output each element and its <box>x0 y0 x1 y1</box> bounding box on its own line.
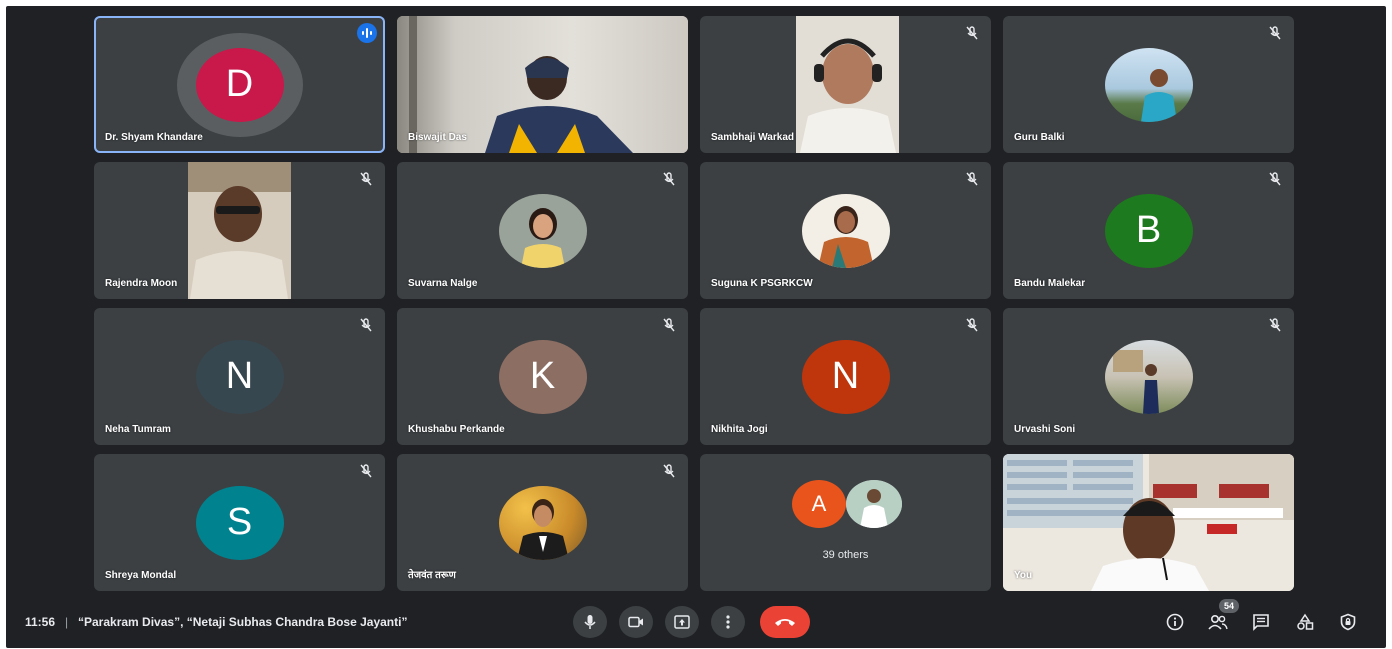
video-feed <box>796 16 899 153</box>
participant-name: Shreya Mondal <box>105 570 177 581</box>
present-screen-button[interactable] <box>665 606 699 638</box>
participant-name: Dr. Shyam Khandare <box>105 132 203 143</box>
profile-photo <box>846 480 902 528</box>
avatar: N <box>801 339 890 414</box>
profile-photo <box>498 193 587 268</box>
profile-photo <box>1104 47 1193 122</box>
participant-tile[interactable]: Suvarna Nalge <box>397 162 688 299</box>
participant-name: You <box>1014 570 1033 581</box>
meeting-controls-bar: 11:56 | “Parakram Divas”, “Netaji Subhas… <box>6 599 1386 648</box>
muted-mic-icon <box>662 464 676 478</box>
avatar: D <box>195 47 284 122</box>
muted-mic-icon <box>359 318 373 332</box>
participant-tile[interactable]: K Khushabu Perkande <box>397 308 688 445</box>
chat-button[interactable] <box>1249 610 1273 634</box>
muted-mic-icon <box>662 318 676 332</box>
end-call-icon <box>775 619 795 626</box>
participant-name: Suvarna Nalge <box>408 278 478 289</box>
speaking-indicator-icon <box>357 23 377 43</box>
participant-tile[interactable]: D Dr. Shyam Khandare <box>94 16 385 153</box>
camera-button[interactable] <box>619 606 653 638</box>
muted-mic-icon <box>662 172 676 186</box>
muted-mic-icon <box>1268 318 1282 332</box>
meeting-clock: 11:56 <box>25 615 56 629</box>
activities-button[interactable] <box>1293 610 1317 634</box>
muted-mic-icon <box>965 26 979 40</box>
microphone-icon <box>584 615 596 629</box>
participant-tile[interactable]: B Bandu Malekar <box>1003 162 1294 299</box>
muted-mic-icon <box>359 464 373 478</box>
profile-photo <box>1104 339 1193 414</box>
avatar: S <box>195 485 284 560</box>
others-count-label: 39 others <box>822 549 869 561</box>
muted-mic-icon <box>359 172 373 186</box>
info-icon <box>1166 613 1184 631</box>
participant-grid: D Dr. Shyam Khandare Biswajit Das Sambha… <box>94 16 1294 591</box>
participant-tile[interactable]: N Neha Tumram <box>94 308 385 445</box>
participant-name: तेजवंत तरूण <box>408 570 456 581</box>
self-tile[interactable]: You <box>1003 454 1294 591</box>
chat-icon <box>1253 614 1269 631</box>
host-controls-icon <box>1340 613 1356 631</box>
participant-name: Bandu Malekar <box>1014 278 1086 289</box>
participant-tile[interactable]: Urvashi Soni <box>1003 308 1294 445</box>
activities-icon <box>1297 613 1314 630</box>
muted-mic-icon <box>1268 26 1282 40</box>
end-call-button[interactable] <box>760 606 810 638</box>
participant-name: Suguna K PSGRKCW <box>711 278 813 289</box>
participant-tile[interactable]: Suguna K PSGRKCW <box>700 162 991 299</box>
participant-name: Biswajit Das <box>408 132 467 143</box>
video-feed <box>1003 454 1294 591</box>
participant-name: Guru Balki <box>1014 132 1065 143</box>
video-feed <box>188 162 291 299</box>
participant-name: Sambhaji Warkad <box>711 132 794 143</box>
muted-mic-icon <box>965 318 979 332</box>
muted-mic-icon <box>965 172 979 186</box>
avatar: A <box>792 480 846 528</box>
participant-name: Nikhita Jogi <box>711 424 768 435</box>
camera-icon <box>628 616 643 628</box>
participant-tile[interactable]: S Shreya Mondal <box>94 454 385 591</box>
profile-photo <box>498 485 587 560</box>
present-screen-icon <box>674 615 690 629</box>
avatar: K <box>498 339 587 414</box>
meeting-title: “Parakram Divas”, “Netaji Subhas Chandra… <box>78 615 408 629</box>
separator: | <box>65 615 69 629</box>
participant-name: Rajendra Moon <box>105 278 178 289</box>
meet-window: D Dr. Shyam Khandare Biswajit Das Sambha… <box>6 6 1386 648</box>
meeting-details-button[interactable] <box>1163 610 1187 634</box>
host-controls-button[interactable] <box>1336 610 1360 634</box>
participant-name: Urvashi Soni <box>1014 424 1076 435</box>
avatar: N <box>195 339 284 414</box>
avatar: B <box>1104 193 1193 268</box>
microphone-button[interactable] <box>573 606 607 638</box>
more-options-icon <box>726 615 730 629</box>
participant-tile[interactable]: तेजवंत तरूण <box>397 454 688 591</box>
muted-mic-icon <box>1268 172 1282 186</box>
participant-tile[interactable]: N Nikhita Jogi <box>700 308 991 445</box>
profile-photo <box>801 193 890 268</box>
others-tile[interactable]: A 39 others <box>700 454 991 591</box>
participant-name: Neha Tumram <box>105 424 171 435</box>
people-button[interactable] <box>1206 610 1230 634</box>
participant-tile[interactable]: Guru Balki <box>1003 16 1294 153</box>
participant-tile[interactable]: Sambhaji Warkad <box>700 16 991 153</box>
people-icon <box>1208 614 1228 630</box>
participant-tile[interactable]: Biswajit Das <box>397 16 688 153</box>
more-options-button[interactable] <box>711 606 745 638</box>
participant-name: Khushabu Perkande <box>408 424 505 435</box>
participant-tile[interactable]: Rajendra Moon <box>94 162 385 299</box>
